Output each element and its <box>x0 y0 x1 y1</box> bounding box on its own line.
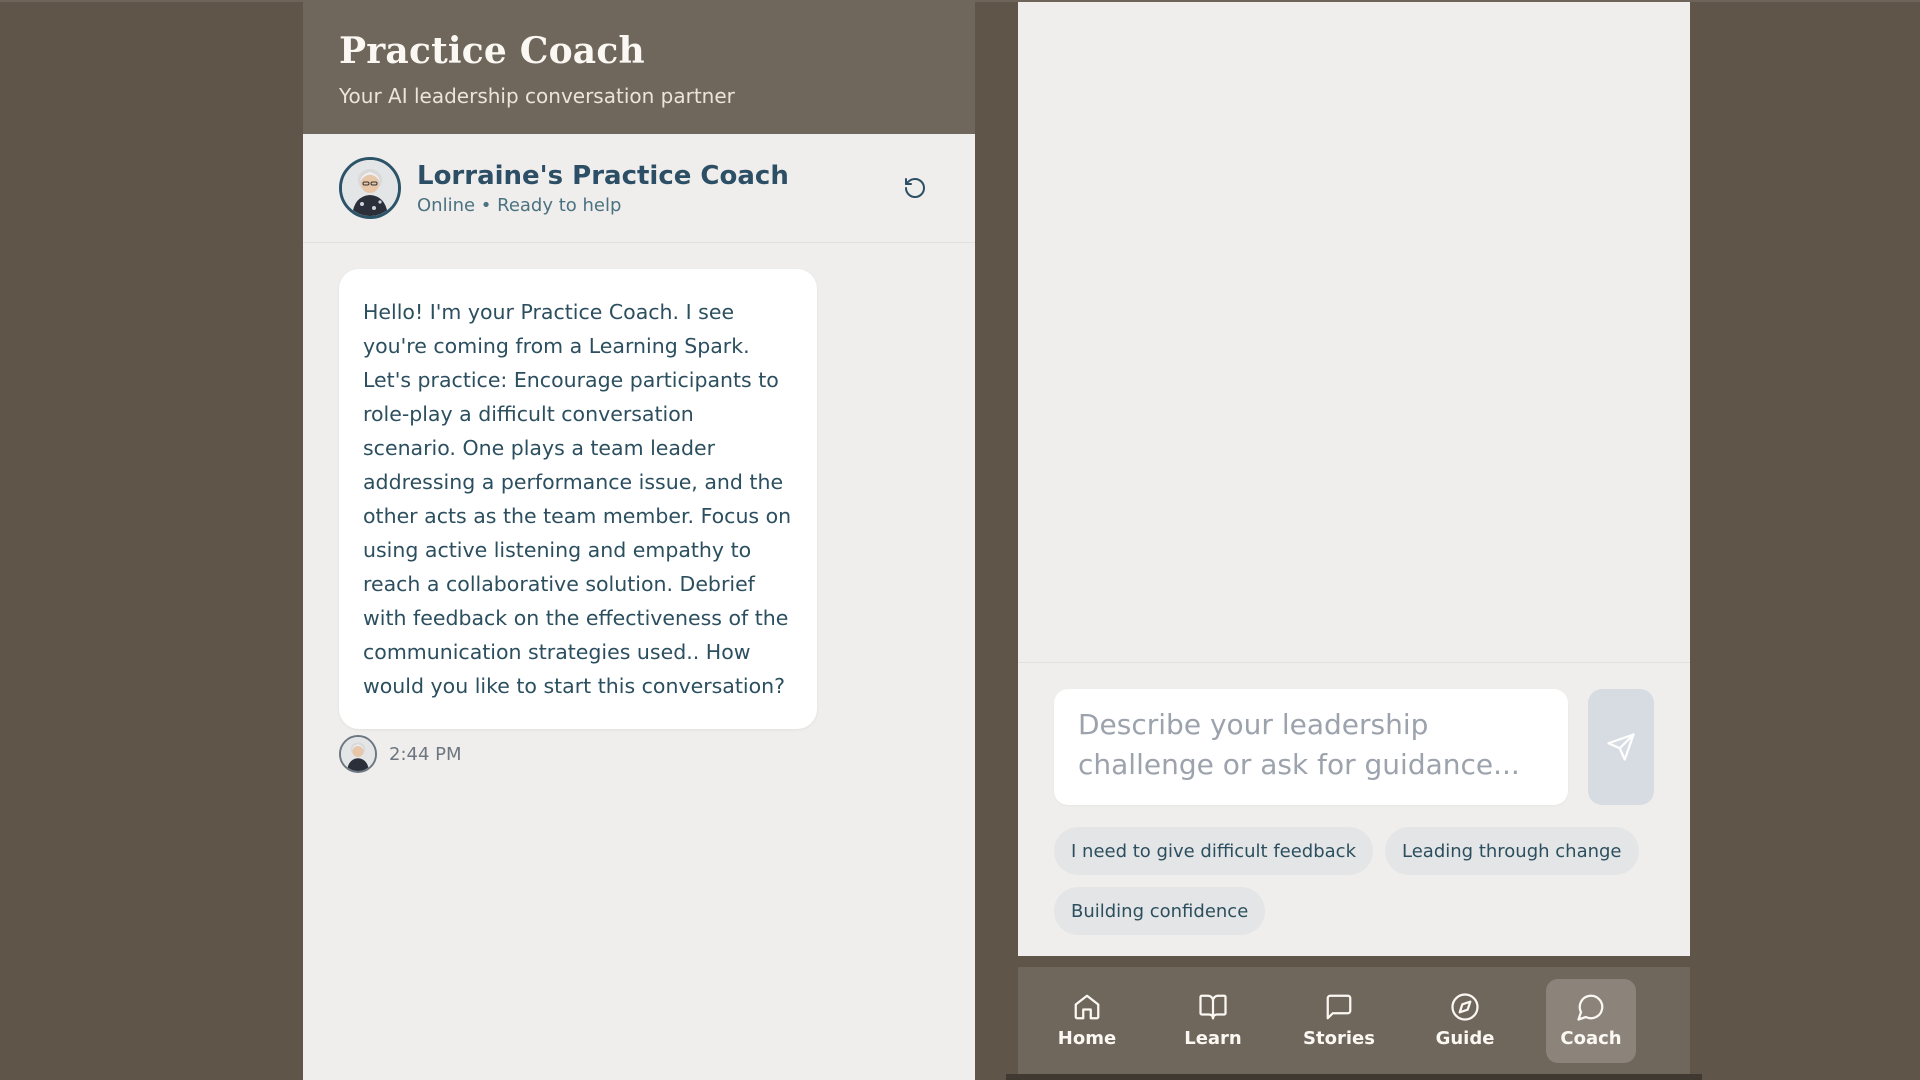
reset-conversation-button[interactable] <box>901 174 929 202</box>
input-area: I need to give difficult feedback Leadin… <box>1018 662 1690 956</box>
message-list: Hello! I'm your Practice Coach. I see yo… <box>303 243 975 799</box>
nav-label: Guide <box>1435 1028 1495 1049</box>
message-time: 2:44 PM <box>389 743 462 765</box>
app-subtitle: Your AI leadership conversation partner <box>339 84 735 108</box>
suggestion-chip[interactable]: I need to give difficult feedback <box>1054 827 1374 875</box>
nav-divider <box>1006 1074 1702 1080</box>
coach-status: Online • Ready to help <box>417 194 622 216</box>
chat-panel: Practice Coach Your AI leadership conver… <box>303 0 975 1080</box>
suggestion-chip[interactable]: Leading through change <box>1385 827 1639 875</box>
suggestion-chip[interactable]: Building confidence <box>1054 887 1266 935</box>
compass-icon <box>1451 993 1479 1021</box>
app-title: Practice Coach <box>339 30 645 72</box>
nav-stories[interactable]: Stories <box>1294 979 1384 1063</box>
chat-header: Lorraine's Practice Coach Online • Ready… <box>303 134 975 243</box>
suggestion-chips: I need to give difficult feedback Leadin… <box>1054 827 1664 935</box>
nav-guide[interactable]: Guide <box>1420 979 1510 1063</box>
nav-home[interactable]: Home <box>1042 979 1132 1063</box>
message-circle-icon <box>1577 994 1604 1021</box>
coach-name: Lorraine's Practice Coach <box>417 160 789 191</box>
message-avatar <box>339 735 377 773</box>
send-button[interactable] <box>1588 689 1654 805</box>
nav-label: Coach <box>1560 1028 1622 1049</box>
message-input[interactable] <box>1054 689 1568 805</box>
nav-label: Learn <box>1184 1028 1242 1049</box>
book-icon <box>1199 994 1227 1020</box>
send-icon <box>1607 733 1635 761</box>
coach-message-bubble: Hello! I'm your Practice Coach. I see yo… <box>339 269 817 729</box>
rotate-ccw-icon <box>905 178 925 198</box>
nav-coach[interactable]: Coach <box>1546 978 1636 1063</box>
coach-avatar <box>339 157 401 219</box>
composer-panel: I need to give difficult feedback Leadin… <box>1018 2 1690 956</box>
app-header: Practice Coach Your AI leadership conver… <box>303 0 975 134</box>
nav-learn[interactable]: Learn <box>1168 979 1258 1063</box>
message-meta: 2:44 PM <box>339 735 939 773</box>
nav-label: Stories <box>1303 1028 1375 1049</box>
nav-label: Home <box>1057 1028 1117 1049</box>
home-icon <box>1074 994 1100 1020</box>
bottom-nav: Home Learn Stories Guide Coach <box>1018 967 1690 1074</box>
coach-info: Lorraine's Practice Coach Online • Ready… <box>417 161 789 216</box>
message-square-icon <box>1326 994 1352 1020</box>
